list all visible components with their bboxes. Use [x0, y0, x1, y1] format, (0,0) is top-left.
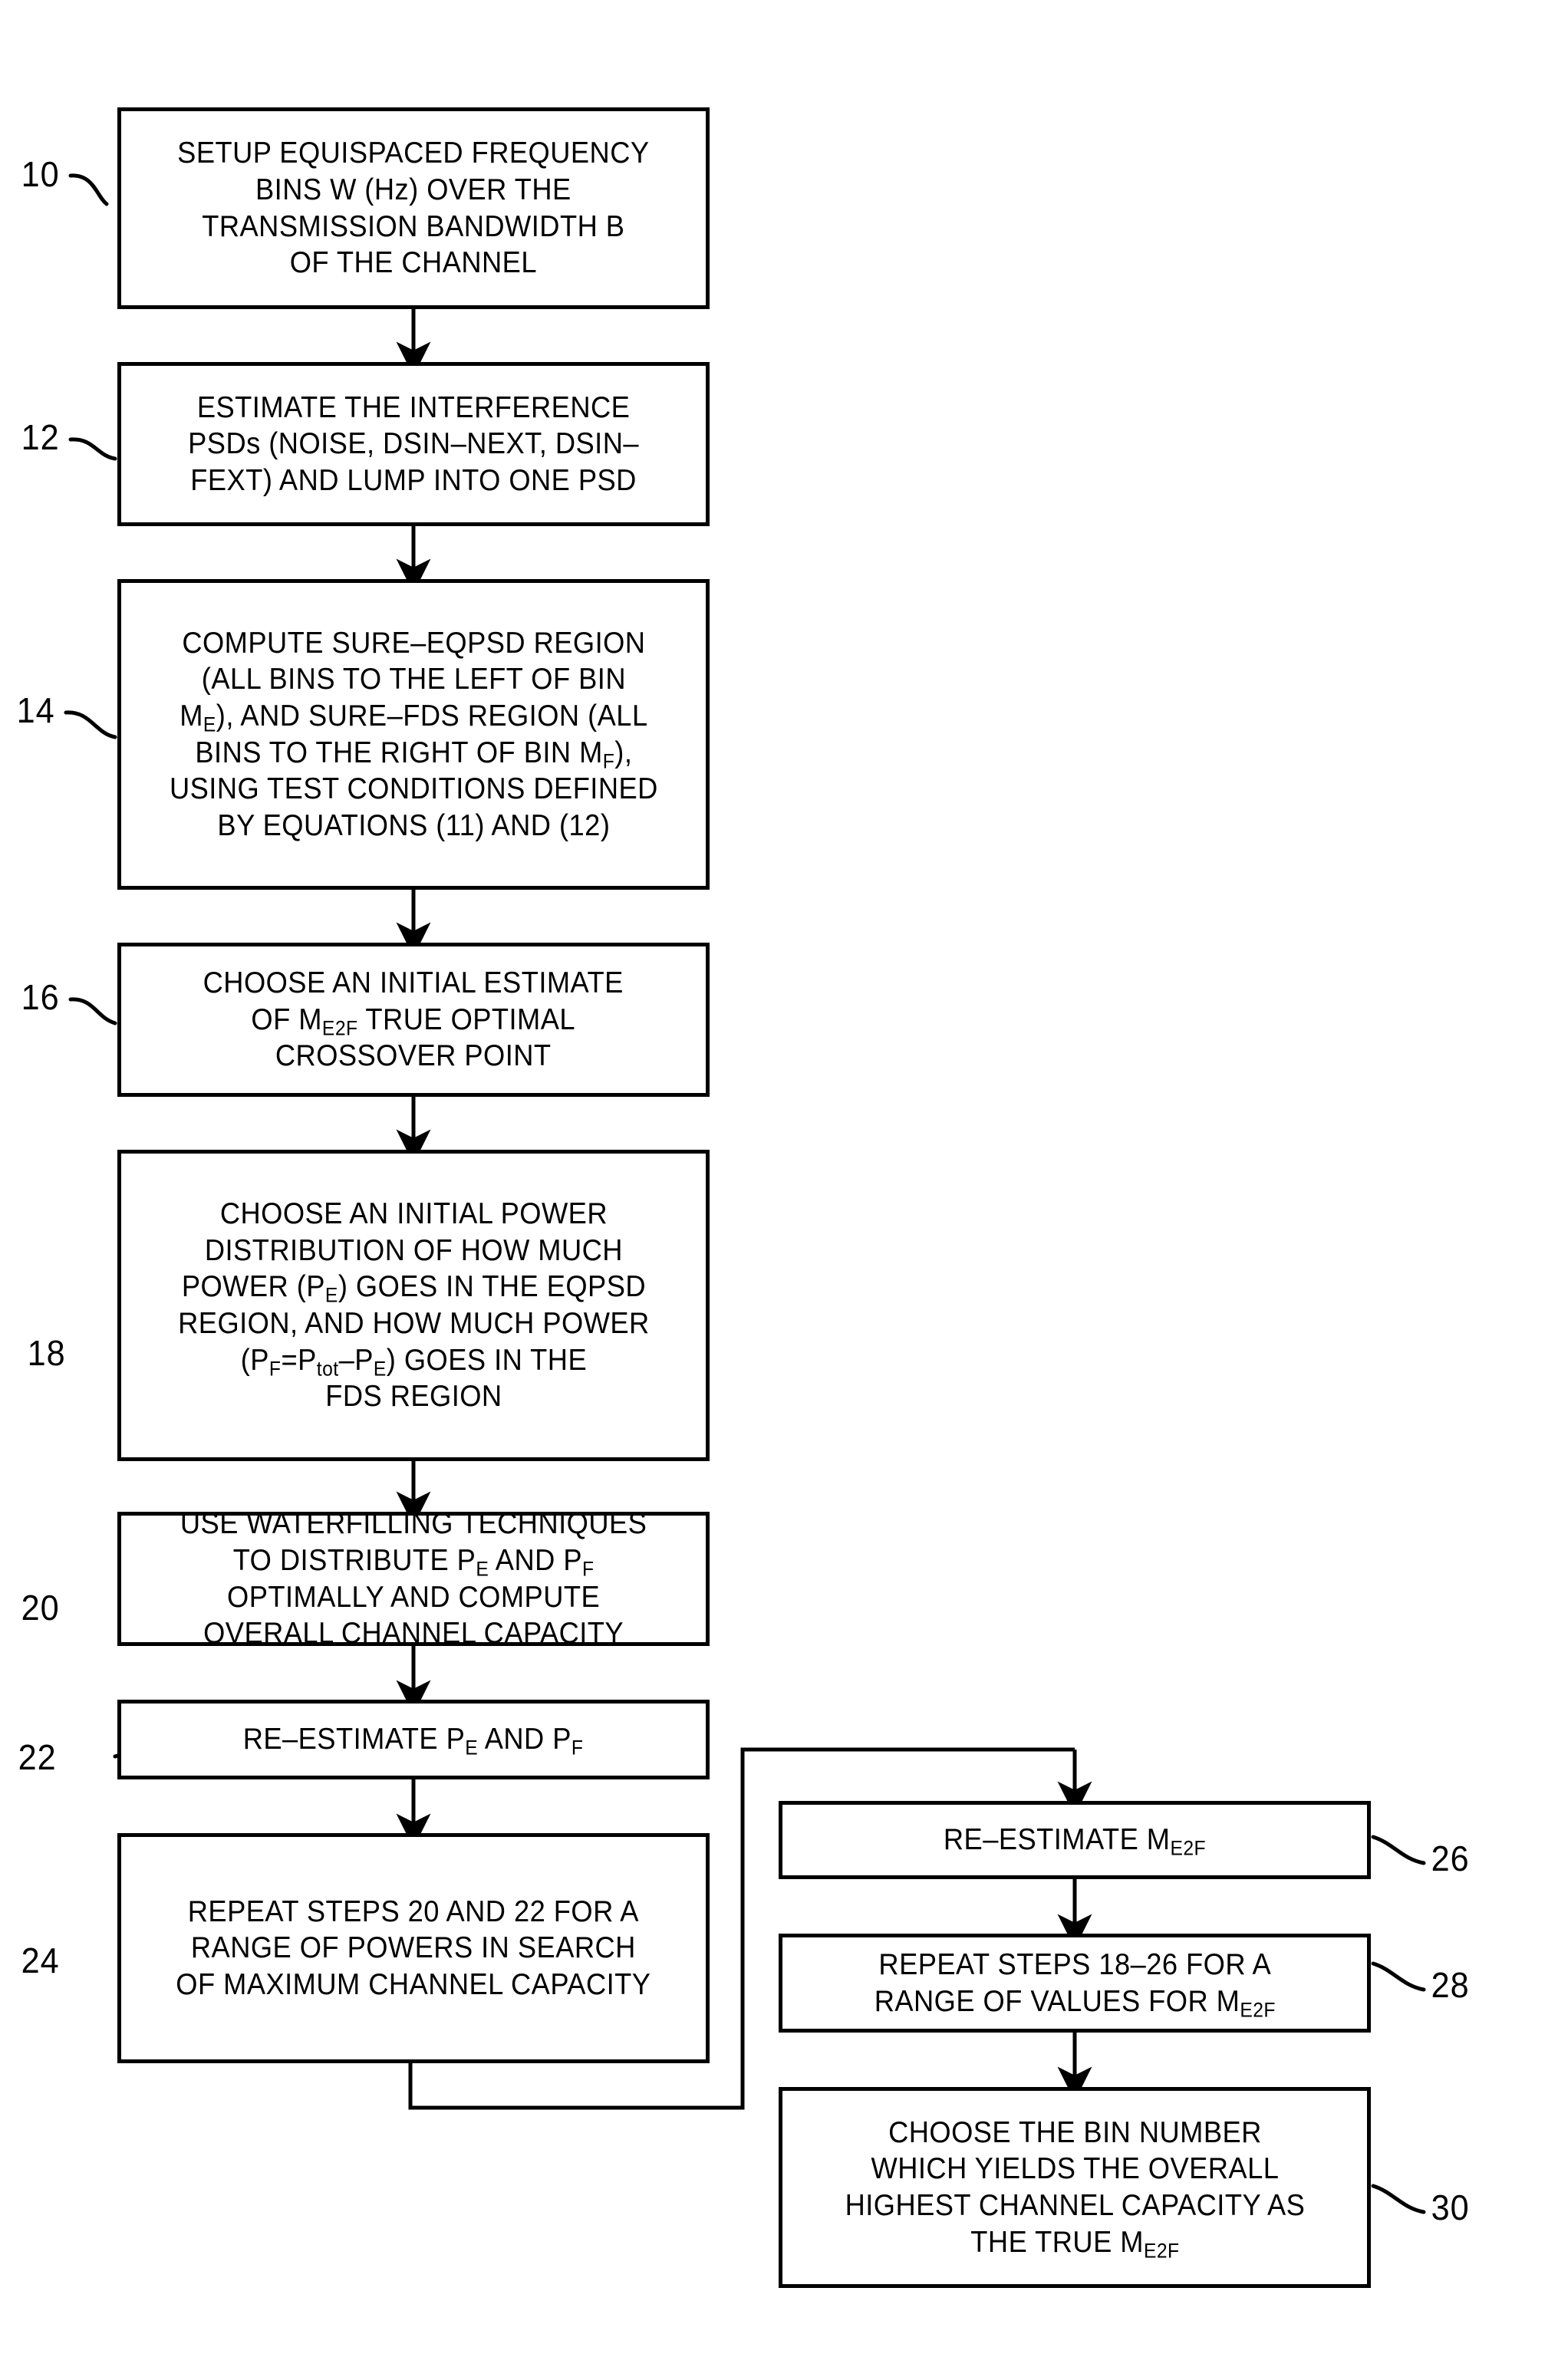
flow-step-16-box: CHOOSE AN INITIAL ESTIMATE OF ME2F TRUE O…	[117, 943, 710, 1097]
flow-step-10-text: SETUP EQUISPACED FREQUENCY BINS W (Hz) OV…	[177, 137, 650, 280]
reference-numeral-10: 10	[21, 154, 60, 194]
flow-step-18-text: CHOOSE AN INITIAL POWER DISTRIBUTION OF H…	[177, 1197, 650, 1414]
reference-numeral-16: 16	[21, 977, 60, 1017]
reference-numeral-20: 20	[21, 1588, 60, 1628]
flow-step-26-text: RE–ESTIMATE ME2F	[943, 1823, 1207, 1860]
reference-numeral-22: 22	[18, 1737, 57, 1777]
reference-numeral-30: 30	[1431, 2187, 1470, 2227]
leader-10	[68, 173, 109, 206]
flow-step-26-box: RE–ESTIMATE ME2F	[779, 1801, 1371, 1879]
reference-numeral-12: 12	[21, 417, 60, 457]
reference-numeral-14: 14	[16, 690, 55, 730]
leader-14	[64, 710, 117, 739]
flow-step-28-text: REPEAT STEPS 18–26 FOR A RANGE OF VALUES …	[874, 1947, 1276, 2021]
leader-28	[1371, 1961, 1426, 1992]
flow-step-30-box: CHOOSE THE BIN NUMBER WHICH YIELDS THE OV…	[779, 2087, 1371, 2288]
flow-step-12-text: ESTIMATE THE INTERFERENCE PSDs (NOISE, DS…	[188, 390, 639, 497]
flow-step-10-box: SETUP EQUISPACED FREQUENCY BINS W (Hz) OV…	[117, 107, 710, 309]
leader-12	[68, 437, 117, 461]
flow-step-14-box: COMPUTE SURE–EQPSD REGION (ALL BINS TO TH…	[117, 579, 710, 890]
leader-16	[68, 997, 117, 1025]
flow-step-24-box: REPEAT STEPS 20 AND 22 FOR A RANGE OF POW…	[117, 1833, 710, 2063]
patent-figure-canvas: SETUP EQUISPACED FREQUENCY BINS W (Hz) OV…	[0, 0, 1558, 2380]
flow-step-14-text: COMPUTE SURE–EQPSD REGION (ALL BINS TO TH…	[169, 626, 658, 842]
flow-step-28-box: REPEAT STEPS 18–26 FOR A RANGE OF VALUES …	[779, 1934, 1371, 2033]
reference-numeral-28: 28	[1431, 1965, 1470, 2005]
leader-30	[1371, 2184, 1426, 2214]
flow-step-22-text: RE–ESTIMATE PE AND PF	[243, 1723, 584, 1759]
flow-step-20-box: USE WATERFILLING TECHNIQUES TO DISTRIBUTE…	[117, 1507, 710, 1650]
reference-numeral-24: 24	[21, 1941, 60, 1980]
flow-step-22-box: RE–ESTIMATE PE AND PF	[117, 1700, 710, 1779]
leader-26	[1371, 1835, 1426, 1865]
flow-step-12-box: ESTIMATE THE INTERFERENCE PSDs (NOISE, DS…	[117, 362, 710, 526]
reference-numeral-18: 18	[27, 1333, 66, 1373]
flow-step-20-text: USE WATERFILLING TECHNIQUES TO DISTRIBUTE…	[180, 1507, 647, 1651]
flow-step-30-text: CHOOSE THE BIN NUMBER WHICH YIELDS THE OV…	[845, 2115, 1305, 2262]
reference-numeral-26: 26	[1431, 1838, 1470, 1878]
flow-step-18-box: CHOOSE AN INITIAL POWER DISTRIBUTION OF H…	[117, 1150, 710, 1461]
flow-step-24-text: REPEAT STEPS 20 AND 22 FOR A RANGE OF POW…	[176, 1894, 651, 2001]
flow-step-16-text: CHOOSE AN INITIAL ESTIMATE OF ME2F TRUE O…	[203, 966, 624, 1073]
